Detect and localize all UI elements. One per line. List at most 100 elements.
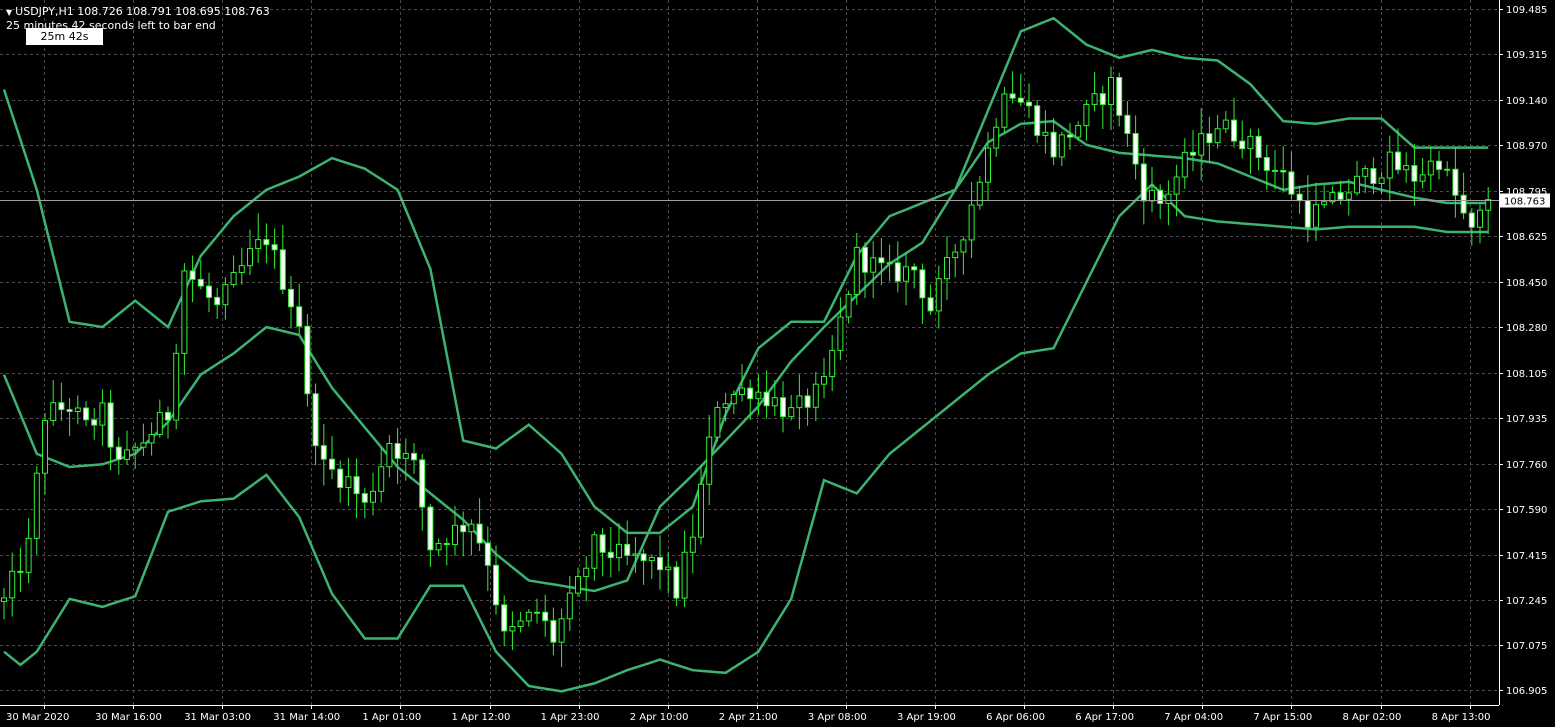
x-tick-label: 30 Mar 2020 (6, 712, 69, 723)
price-axis[interactable]: 106.905 107.075 107.245 107.415 107.590 107.7… (1499, 0, 1547, 705)
candle-body (353, 476, 360, 495)
candle-body (1214, 128, 1221, 144)
x-tick-label: 31 Mar 03:00 (184, 712, 251, 723)
candle-body (1239, 140, 1246, 150)
candle-body (1296, 193, 1303, 202)
candle-body (1272, 169, 1278, 172)
candle-body (706, 436, 713, 485)
candle-body (1190, 151, 1196, 156)
candle-body (1370, 168, 1377, 184)
candle-body (591, 534, 598, 569)
candle-body (1001, 93, 1008, 128)
y-tick-label: 109.485 (1506, 5, 1547, 16)
candle-body (304, 325, 311, 395)
candle-body (435, 542, 442, 551)
candle-body (1132, 132, 1139, 165)
candle-body (1198, 133, 1205, 156)
candle-body (181, 270, 188, 354)
candle-body (1386, 151, 1393, 179)
candle-body (804, 395, 811, 408)
candle-body (1099, 93, 1106, 106)
candle-body (968, 204, 975, 241)
candle-body (534, 611, 540, 614)
candle-body (985, 147, 991, 183)
candle-body (452, 524, 458, 546)
x-tick-label: 7 Apr 04:00 (1164, 712, 1223, 723)
candle-body (255, 239, 262, 250)
candle-body (1075, 125, 1082, 138)
candlestick-series (1, 66, 1492, 667)
x-tick-label: 31 Mar 14:00 (273, 712, 340, 723)
candle-body (312, 393, 319, 447)
candle-body (714, 406, 721, 438)
x-tick-label: 6 Apr 06:00 (986, 712, 1045, 723)
candle-body (1124, 114, 1131, 134)
candle-body (173, 352, 180, 421)
candle-body (624, 543, 631, 556)
price-chart[interactable]: 108.763 106.905 107.075 107.245 107.415 107.… (0, 0, 1555, 727)
y-tick-label: 107.415 (1506, 551, 1547, 562)
y-tick-label: 106.905 (1506, 686, 1547, 697)
candle-body (1247, 135, 1254, 150)
candle-body (132, 446, 139, 451)
candle-body (525, 611, 532, 622)
candle-body (821, 376, 827, 385)
candle-body (1313, 204, 1319, 228)
candle-body (1206, 133, 1213, 144)
x-tick-label: 2 Apr 21:00 (719, 712, 778, 723)
candle-body (976, 181, 983, 206)
x-tick-label: 1 Apr 01:00 (362, 712, 421, 723)
candle-body (271, 244, 278, 251)
candle-body (542, 611, 549, 622)
candle-body (648, 556, 655, 562)
candle-body (1304, 200, 1311, 228)
x-tick-label: 3 Apr 19:00 (897, 712, 956, 723)
candle-body (1337, 192, 1344, 200)
y-tick-label: 107.245 (1506, 596, 1547, 607)
candle-body (919, 269, 926, 299)
candle-body (42, 419, 48, 474)
candle-body (1034, 105, 1041, 136)
candle-body (501, 604, 508, 632)
candle-body (1354, 175, 1360, 194)
candle-body (443, 542, 450, 546)
candle-body (370, 490, 376, 503)
candle-body (1485, 199, 1492, 211)
candle-body (124, 449, 130, 460)
candle-body (862, 246, 868, 273)
candle-body (558, 618, 565, 643)
candle-body (1222, 119, 1229, 130)
candle-body (1255, 135, 1262, 158)
x-tick-label: 6 Apr 17:00 (1075, 712, 1134, 723)
candle-body (1181, 151, 1188, 178)
candle-body (1231, 119, 1237, 142)
y-tick-label: 108.105 (1506, 369, 1547, 380)
candle-body (1173, 176, 1180, 195)
candle-body (345, 476, 352, 489)
candle-body (476, 523, 483, 544)
candle-body (722, 403, 729, 408)
candle-body (1345, 192, 1352, 200)
candle-body (673, 566, 680, 599)
candle-body (1403, 165, 1410, 171)
y-tick-label: 107.590 (1506, 505, 1547, 516)
x-tick-label: 30 Mar 16:00 (95, 712, 162, 723)
candle-body (607, 551, 614, 559)
time-axis[interactable]: 30 Mar 2020 30 Mar 16:00 31 Mar 03:00 31 Ma… (0, 705, 1499, 723)
candle-body (550, 620, 557, 643)
candle-body (1477, 209, 1483, 228)
candle-body (935, 278, 942, 312)
candle-body (25, 537, 32, 573)
candle-body (222, 284, 229, 306)
bollinger-bands (2, 16, 1489, 693)
candle-body (214, 296, 221, 306)
candle-body (837, 316, 844, 351)
candle-body (206, 285, 212, 298)
candle-body (1, 597, 7, 603)
collapse-triangle-icon[interactable]: ▼ (6, 8, 12, 17)
candle-body (1157, 189, 1164, 205)
candle-body (468, 523, 475, 533)
candle-body (427, 506, 434, 551)
candle-body (386, 443, 393, 468)
lower-band-line (3, 182, 1489, 693)
